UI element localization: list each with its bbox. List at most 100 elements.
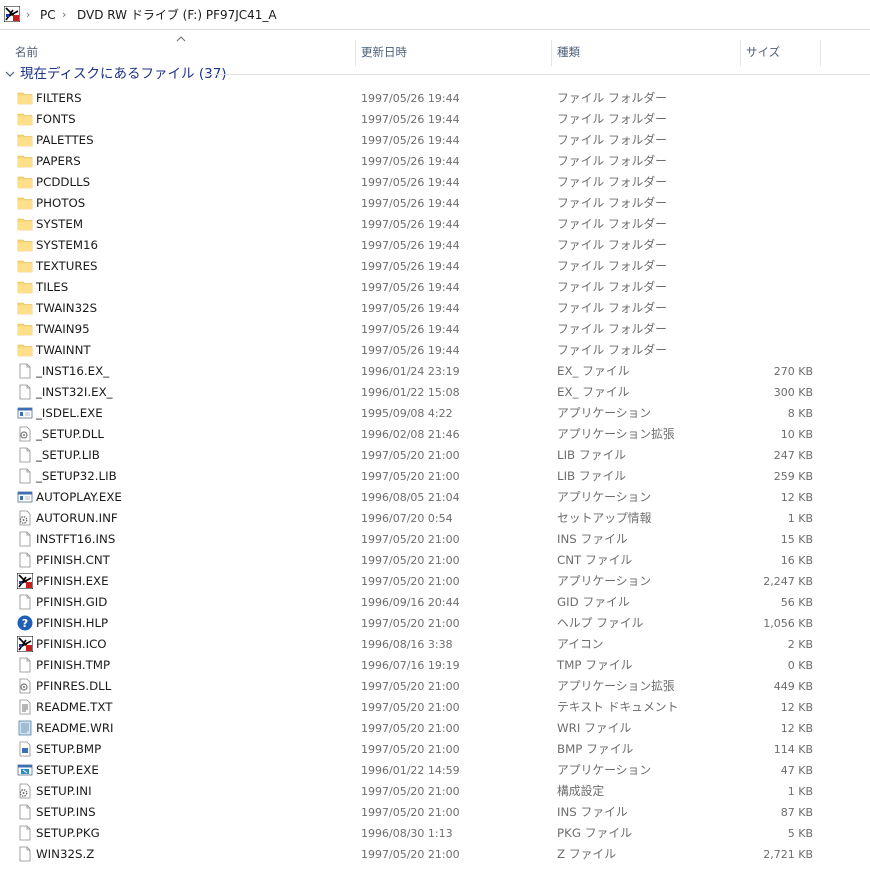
file-row[interactable]: ? PFINISH.HLP 1997/05/20 21:00 ヘルプ ファイル 1,05… xyxy=(0,613,870,634)
file-row[interactable]: INSTFT16.INS 1997/05/20 21:00 INS ファイル 15 K… xyxy=(0,529,870,550)
file-date-modified: 1996/08/05 21:04 xyxy=(361,491,460,504)
file-date-modified: 1997/05/20 21:00 xyxy=(361,575,460,588)
file-date-modified: 1996/07/20 0:54 xyxy=(361,512,453,525)
file-row[interactable]: PCDDLLS 1997/05/26 19:44 ファイル フォルダー xyxy=(0,172,870,193)
file-date-modified: 1997/05/26 19:44 xyxy=(361,239,460,252)
file-name: SETUP.EXE xyxy=(36,763,99,777)
file-row[interactable]: FILTERS 1997/05/26 19:44 ファイル フォルダー xyxy=(0,88,870,109)
file-name: README.TXT xyxy=(36,700,113,714)
folder-icon xyxy=(17,342,33,358)
file-type: ファイル フォルダー xyxy=(557,259,667,273)
file-row[interactable]: _SETUP.DLL 1996/02/08 21:46 アプリケーション拡張 10 K… xyxy=(0,424,870,445)
file-row[interactable]: SETUP.EXE 1996/01/22 14:59 アプリケーション 47 KB xyxy=(0,760,870,781)
file-row[interactable]: SETUP.PKG 1996/08/30 1:13 PKG ファイル 5 KB xyxy=(0,823,870,844)
file-date-modified: 1997/05/26 19:44 xyxy=(361,323,460,336)
column-header-size[interactable]: サイズ xyxy=(740,38,820,66)
file-row[interactable]: TWAIN32S 1997/05/26 19:44 ファイル フォルダー xyxy=(0,298,870,319)
file-row[interactable]: SETUP.INS 1997/05/20 21:00 INS ファイル 87 KB xyxy=(0,802,870,823)
file-name: _INST16.EX_ xyxy=(36,364,110,378)
file-row[interactable]: README.WRI 1997/05/20 21:00 WRI ファイル 12 KB xyxy=(0,718,870,739)
file-row[interactable]: AUTORUN.INF 1996/07/20 0:54 セットアップ情報 1 KB xyxy=(0,508,870,529)
file-name: FILTERS xyxy=(36,91,82,105)
folder-icon xyxy=(17,279,33,295)
column-header-name[interactable]: 名前 xyxy=(9,38,355,66)
file-row[interactable]: SETUP.INI 1997/05/20 21:00 構成設定 1 KB xyxy=(0,781,870,802)
file-row[interactable]: SYSTEM16 1997/05/26 19:44 ファイル フォルダー xyxy=(0,235,870,256)
file-row[interactable]: PAPERS 1997/05/26 19:44 ファイル フォルダー xyxy=(0,151,870,172)
file-row[interactable]: TILES 1997/05/26 19:44 ファイル フォルダー xyxy=(0,277,870,298)
folder-icon xyxy=(17,132,33,148)
file-date-modified: 1997/05/20 21:00 xyxy=(361,554,460,567)
file-row[interactable]: PFINISH.ICO 1996/08/16 3:38 アイコン 2 KB xyxy=(0,634,870,655)
file-date-modified: 1997/05/20 21:00 xyxy=(361,470,460,483)
column-header-type[interactable]: 種類 xyxy=(551,38,740,66)
file-size: 56 KB xyxy=(780,596,813,609)
file-row[interactable]: _SETUP.LIB 1997/05/20 21:00 LIB ファイル 247 KB xyxy=(0,445,870,466)
file-row[interactable]: SYSTEM 1997/05/26 19:44 ファイル フォルダー xyxy=(0,214,870,235)
file-size: 2 KB xyxy=(787,638,813,651)
drive-app-icon xyxy=(4,6,20,22)
file-name: PFINISH.EXE xyxy=(36,574,109,588)
chevron-right-icon: › xyxy=(62,8,67,21)
group-header[interactable]: 現在ディスクにあるファイル (37) xyxy=(0,64,870,84)
file-row[interactable]: TWAINNT 1997/05/26 19:44 ファイル フォルダー xyxy=(0,340,870,361)
file-row[interactable]: PFINISH.CNT 1997/05/20 21:00 CNT ファイル 16 KB xyxy=(0,550,870,571)
file-row[interactable]: TEXTURES 1997/05/26 19:44 ファイル フォルダー xyxy=(0,256,870,277)
file-row[interactable]: PFINRES.DLL 1997/05/20 21:00 アプリケーション拡張 449… xyxy=(0,676,870,697)
file-date-modified: 1997/05/20 21:00 xyxy=(361,701,460,714)
file-name: _INST32I.EX_ xyxy=(36,385,113,399)
file-name: PFINISH.ICO xyxy=(36,637,107,651)
file-row[interactable]: FONTS 1997/05/26 19:44 ファイル フォルダー xyxy=(0,109,870,130)
file-date-modified: 1996/02/08 21:46 xyxy=(361,428,460,441)
file-name: AUTORUN.INF xyxy=(36,511,118,525)
folder-icon xyxy=(17,237,33,253)
file-type: アプリケーション拡張 xyxy=(557,427,675,441)
file-type: PKG ファイル xyxy=(557,826,632,840)
address-bar[interactable]: › PC › DVD RW ドライブ (F:) PF97JC41_A xyxy=(0,0,870,30)
folder-icon xyxy=(17,321,33,337)
file-date-modified: 1997/05/26 19:44 xyxy=(361,281,460,294)
file-row[interactable]: PHOTOS 1997/05/26 19:44 ファイル フォルダー xyxy=(0,193,870,214)
file-type: WRI ファイル xyxy=(557,721,632,735)
file-row[interactable]: PALETTES 1997/05/26 19:44 ファイル フォルダー xyxy=(0,130,870,151)
file-row[interactable]: TWAIN95 1997/05/26 19:44 ファイル フォルダー xyxy=(0,319,870,340)
file-type: ファイル フォルダー xyxy=(557,133,667,147)
file-date-modified: 1996/08/30 1:13 xyxy=(361,827,453,840)
file-row[interactable]: WIN32S.Z 1997/05/20 21:00 Z ファイル 2,721 KB xyxy=(0,844,870,865)
file-row[interactable]: README.TXT 1997/05/20 21:00 テキスト ドキュメント 12 … xyxy=(0,697,870,718)
file-type: EX_ ファイル xyxy=(557,364,630,378)
file-type: ファイル フォルダー xyxy=(557,154,667,168)
file-name: PFINISH.HLP xyxy=(36,616,109,630)
file-icon xyxy=(17,825,33,841)
column-divider[interactable] xyxy=(820,40,821,66)
file-name: PFINRES.DLL xyxy=(36,679,112,693)
file-size: 12 KB xyxy=(780,701,813,714)
file-row[interactable]: _INST32I.EX_ 1996/01/22 15:08 EX_ ファイル 300 … xyxy=(0,382,870,403)
file-row[interactable]: PFINISH.TMP 1996/07/16 19:19 TMP ファイル 0 KB xyxy=(0,655,870,676)
file-row[interactable]: PFINISH.EXE 1997/05/20 21:00 アプリケーション 2,247… xyxy=(0,571,870,592)
file-type: 構成設定 xyxy=(557,784,605,798)
file-date-modified: 1997/05/26 19:44 xyxy=(361,197,460,210)
folder-icon xyxy=(17,216,33,232)
file-name: _SETUP32.LIB xyxy=(36,469,117,483)
column-header-modified[interactable]: 更新日時 xyxy=(355,38,551,66)
file-size: 15 KB xyxy=(780,533,813,546)
file-row[interactable]: _SETUP32.LIB 1997/05/20 21:00 LIB ファイル 259 … xyxy=(0,466,870,487)
application-icon xyxy=(17,489,33,505)
file-row[interactable]: _INST16.EX_ 1996/01/24 23:19 EX_ ファイル 270 K… xyxy=(0,361,870,382)
file-name: PALETTES xyxy=(36,133,94,147)
file-name: SYSTEM16 xyxy=(36,238,99,252)
file-row[interactable]: AUTOPLAY.EXE 1996/08/05 21:04 アプリケーション 12 K… xyxy=(0,487,870,508)
file-icon xyxy=(17,531,33,547)
breadcrumb-drive[interactable]: DVD RW ドライブ (F:) PF97JC41_A xyxy=(77,7,277,23)
file-size: 247 KB xyxy=(773,449,813,462)
chevron-down-icon[interactable] xyxy=(4,68,16,80)
file-row[interactable]: _ISDEL.EXE 1995/09/08 4:22 アプリケーション 8 KB xyxy=(0,403,870,424)
file-type: テキスト ドキュメント xyxy=(557,700,679,714)
group-title: 現在ディスクにあるファイル (37) xyxy=(20,66,227,82)
application-icon xyxy=(17,405,33,421)
file-date-modified: 1997/05/26 19:44 xyxy=(361,260,460,273)
breadcrumb-pc[interactable]: PC xyxy=(40,7,56,23)
file-row[interactable]: PFINISH.GID 1996/09/16 20:44 GID ファイル 56 KB xyxy=(0,592,870,613)
file-row[interactable]: SETUP.BMP 1997/05/20 21:00 BMP ファイル 114 KB xyxy=(0,739,870,760)
